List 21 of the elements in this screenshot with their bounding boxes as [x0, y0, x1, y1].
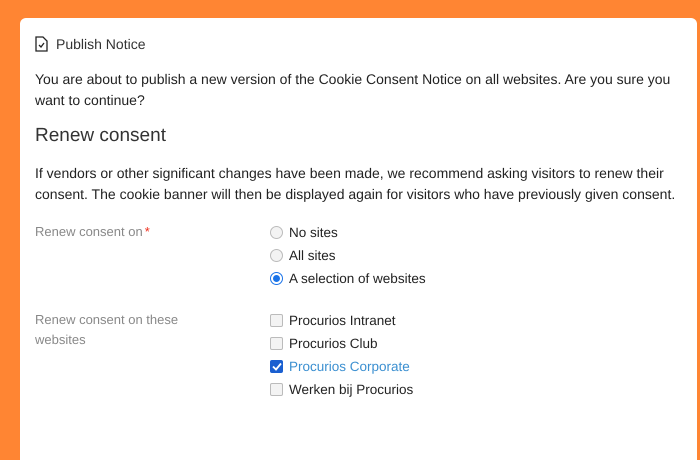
radio-button[interactable]: [270, 226, 283, 238]
checkbox[interactable]: [270, 314, 283, 326]
intro-text: You are about to publish a new version of the Cookie Consent Notice on all websites. Are you sure you want to continue?: [35, 70, 672, 110]
radio-label[interactable]: A selection of websites: [289, 270, 426, 286]
radio-label[interactable]: No sites: [289, 224, 338, 240]
required-mark: *: [144, 224, 150, 239]
field-label: Renew consent on: [35, 224, 143, 239]
checkbox[interactable]: [270, 360, 283, 372]
radio-button[interactable]: [270, 248, 283, 262]
dialog-title: Publish Notice: [56, 36, 146, 52]
radio-button[interactable]: [270, 272, 283, 284]
section-heading: Renew consent: [35, 125, 167, 147]
field-label: Renew consent on these websites: [35, 311, 180, 349]
checkbox-label[interactable]: Werken bij Procurios: [289, 382, 414, 396]
checkbox[interactable]: [270, 336, 283, 350]
checkbox[interactable]: [270, 382, 283, 396]
radio-label[interactable]: All sites: [289, 248, 336, 262]
checkbox-label[interactable]: Procurios Club: [289, 336, 378, 350]
document-check-icon: [35, 36, 48, 52]
checkbox-label[interactable]: Procurios Intranet: [289, 312, 396, 328]
section-description: If vendors or other significant changes have been made, we recommend asking visitors to renew their consent. The cookie banner will then be displayed again for visitors who have previously given consent.: [35, 164, 676, 204]
